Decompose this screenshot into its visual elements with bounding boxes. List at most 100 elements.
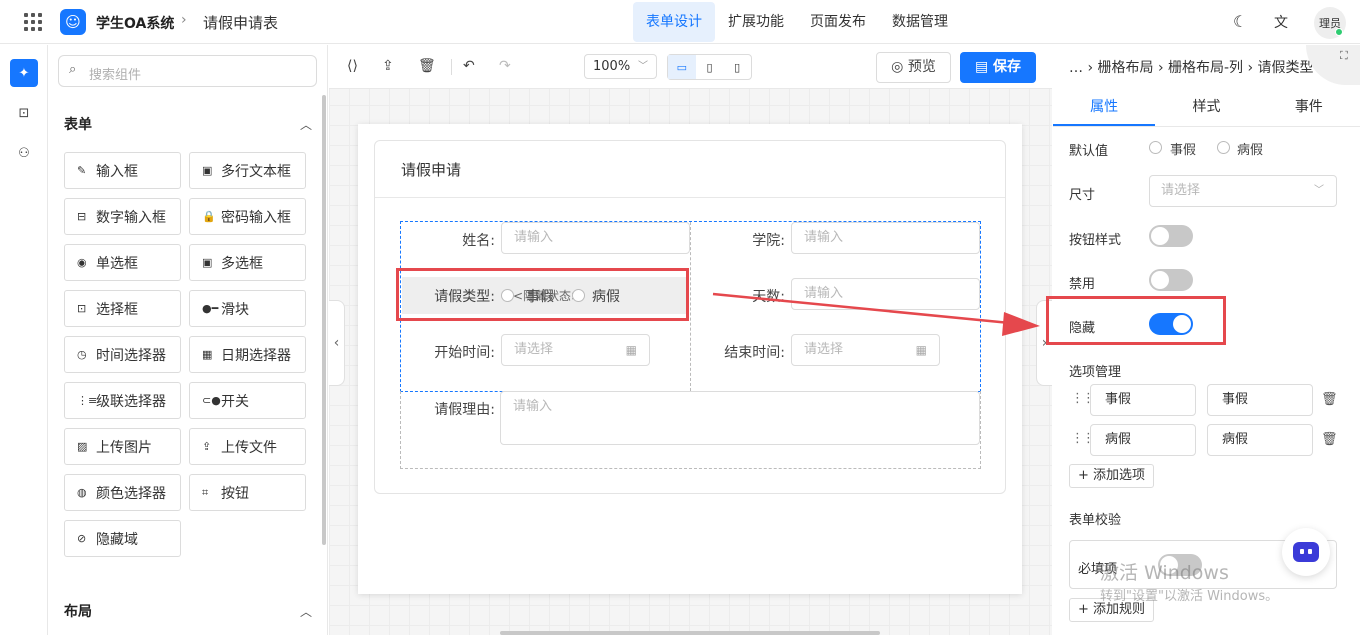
component-label: 开关 (221, 393, 249, 410)
component-clock-button[interactable]: ◷ 时间选择器 (64, 336, 181, 373)
component-textarea-button[interactable]: ▣ 多行文本框 (189, 152, 306, 189)
top-bar: ☺ 学生OA系统 › 请假申请表 表单设计 扩展功能 页面发布 数据管理 ☾ 文… (0, 0, 1360, 44)
reason-label: 请假理由: (434, 402, 495, 418)
default-radio-1[interactable] (1149, 141, 1162, 154)
number-input-icon: ⊟ (77, 210, 87, 223)
component-palette-button[interactable]: ◍ 颜色选择器 (64, 474, 181, 511)
component-radio-button[interactable]: ◉ 单选框 (64, 244, 181, 281)
nav-extensions[interactable]: 扩展功能 (715, 2, 797, 42)
redo-icon[interactable]: ↷ (499, 58, 511, 74)
start-time-label: 开始时间: (434, 345, 495, 361)
trash-icon[interactable]: 🗑 (1321, 432, 1338, 447)
option-2-value-input[interactable]: 病假 (1207, 424, 1313, 456)
start-time-picker[interactable]: 请选择 ▦ (501, 334, 650, 366)
name-input[interactable]: 请输入 (501, 222, 690, 254)
code-icon[interactable]: ⟨⟩ (347, 58, 358, 74)
chevron-up-icon[interactable]: ︿ (300, 603, 312, 620)
component-lock-button[interactable]: 🔒 密码输入框 (189, 198, 306, 235)
cascader-icon: ⋮≡ (77, 394, 98, 407)
component-checkbox-button[interactable]: ▣ 多选框 (189, 244, 306, 281)
chevron-up-icon[interactable]: ︿ (300, 116, 312, 133)
trash-icon[interactable]: 🗑 (1321, 392, 1338, 407)
component-panel-scrollbar[interactable] (322, 95, 326, 545)
tab-styles[interactable]: 样式 (1155, 87, 1257, 126)
component-upload-button[interactable]: ⇪ 上传文件 (189, 428, 306, 465)
tab-properties[interactable]: 属性 (1053, 87, 1156, 126)
component-calendar-button[interactable]: ▦ 日期选择器 (189, 336, 306, 373)
calendar-icon: ▦ (625, 343, 637, 357)
save-icon: ▤ (974, 59, 989, 75)
clock-icon: ◷ (77, 348, 87, 361)
nav-publish[interactable]: 页面发布 (797, 2, 879, 42)
select-icon: ⊡ (77, 302, 87, 315)
college-input[interactable]: 请输入 (791, 222, 980, 254)
zoom-value: 100% (593, 59, 631, 74)
preview-button[interactable]: ◎ 预览 (876, 52, 951, 83)
days-input[interactable]: 请输入 (791, 278, 980, 310)
button-style-switch[interactable] (1149, 225, 1193, 247)
reason-textarea[interactable]: 请输入 (500, 391, 980, 445)
component-label: 单选框 (96, 255, 138, 272)
component-button-button[interactable]: ⌗ 按钮 (189, 474, 306, 511)
size-select[interactable]: 请选择 ﹀ (1149, 175, 1337, 207)
pencil-icon: ✎ (77, 164, 87, 177)
option-1-label-input[interactable]: 事假 (1090, 384, 1196, 416)
component-label: 级联选择器 (96, 393, 166, 410)
component-label: 滑块 (221, 301, 249, 318)
days-label: 天数: (752, 289, 785, 305)
export-icon[interactable]: ⇪ (382, 58, 394, 74)
collapse-left-icon[interactable]: ‹ (329, 300, 345, 386)
disabled-label: 禁用 (1069, 277, 1096, 292)
default-radio-2[interactable] (1217, 141, 1230, 154)
canvas-horizontal-scrollbar[interactable] (500, 631, 880, 635)
trash-icon[interactable]: 🗑 (418, 58, 436, 74)
tab-events[interactable]: 事件 (1258, 87, 1360, 126)
save-label: 保存 (993, 59, 1022, 75)
zoom-select[interactable]: 100% ﹀ (584, 54, 657, 79)
component-image-button[interactable]: ▨ 上传图片 (64, 428, 181, 465)
end-time-picker[interactable]: 请选择 ▦ (791, 334, 940, 366)
app-name: 学生OA系统 (96, 16, 175, 32)
nav-data-management[interactable]: 数据管理 (879, 2, 961, 42)
component-label: 上传文件 (221, 439, 277, 456)
moon-icon[interactable]: ☾ (1233, 12, 1247, 31)
design-canvas: ⟨⟩ ⇪ 🗑 ↶ ↷ 100% ﹀ ▭ ▯ ▯ ◎ 预览 ▤ 保存 请假申请 姓… (329, 45, 1052, 635)
desktop-icon[interactable]: ▭ (668, 55, 696, 79)
component-slider-button[interactable]: ●━ 滑块 (189, 290, 306, 327)
tree-structure-icon[interactable]: ⚇ (10, 139, 38, 167)
toolbar-divider (451, 59, 452, 75)
component-pencil-button[interactable]: ✎ 输入框 (64, 152, 181, 189)
undo-icon[interactable]: ↶ (463, 58, 475, 74)
canvas-toolbar: ⟨⟩ ⇪ 🗑 ↶ ↷ 100% ﹀ ▭ ▯ ▯ ◎ 预览 ▤ 保存 (329, 45, 1052, 89)
size-placeholder: 请选择 (1161, 183, 1201, 198)
mobile-icon[interactable]: ▯ (723, 55, 751, 79)
add-option-button[interactable]: + 添加选项 (1069, 464, 1155, 488)
puzzle-icon[interactable]: ✦ (10, 59, 38, 87)
assistant-bot-icon[interactable] (1282, 528, 1330, 576)
option-2-label-input[interactable]: 病假 (1090, 424, 1196, 456)
disabled-switch[interactable] (1149, 269, 1193, 291)
component-switch-button[interactable]: ⊂● 开关 (189, 382, 306, 419)
grid-column-divider (690, 222, 691, 391)
nav-form-design[interactable]: 表单设计 (633, 2, 715, 42)
component-label: 时间选择器 (96, 347, 166, 364)
code-block-icon[interactable]: ⊡ (10, 99, 38, 127)
component-cascader-button[interactable]: ⋮≡ 级联选择器 (64, 382, 181, 419)
apps-grid-icon[interactable] (24, 13, 42, 31)
option-1-value-input[interactable]: 事假 (1207, 384, 1313, 416)
default-value-label: 默认值 (1069, 144, 1109, 159)
component-eye-off-button[interactable]: ⊘ 隐藏域 (64, 520, 181, 557)
tablet-icon[interactable]: ▯ (696, 55, 724, 79)
end-time-label: 结束时间: (724, 345, 785, 361)
component-number-input-button[interactable]: ⊟ 数字输入框 (64, 198, 181, 235)
component-select-button[interactable]: ⊡ 选择框 (64, 290, 181, 327)
component-search-input[interactable]: ⌕ 搜索组件 (58, 55, 317, 87)
expand-icon[interactable]: ⛶ (1340, 49, 1348, 63)
chevron-down-icon: ﹀ (1314, 185, 1324, 196)
eye-off-icon: ⊘ (77, 532, 87, 545)
form-section-title: 表单 (64, 117, 92, 133)
save-button[interactable]: ▤ 保存 (960, 52, 1036, 83)
translate-icon[interactable]: 文 (1274, 12, 1288, 32)
left-rail: ✦ ⊡ ⚇ (0, 45, 48, 635)
radio-icon: ◉ (77, 256, 87, 269)
